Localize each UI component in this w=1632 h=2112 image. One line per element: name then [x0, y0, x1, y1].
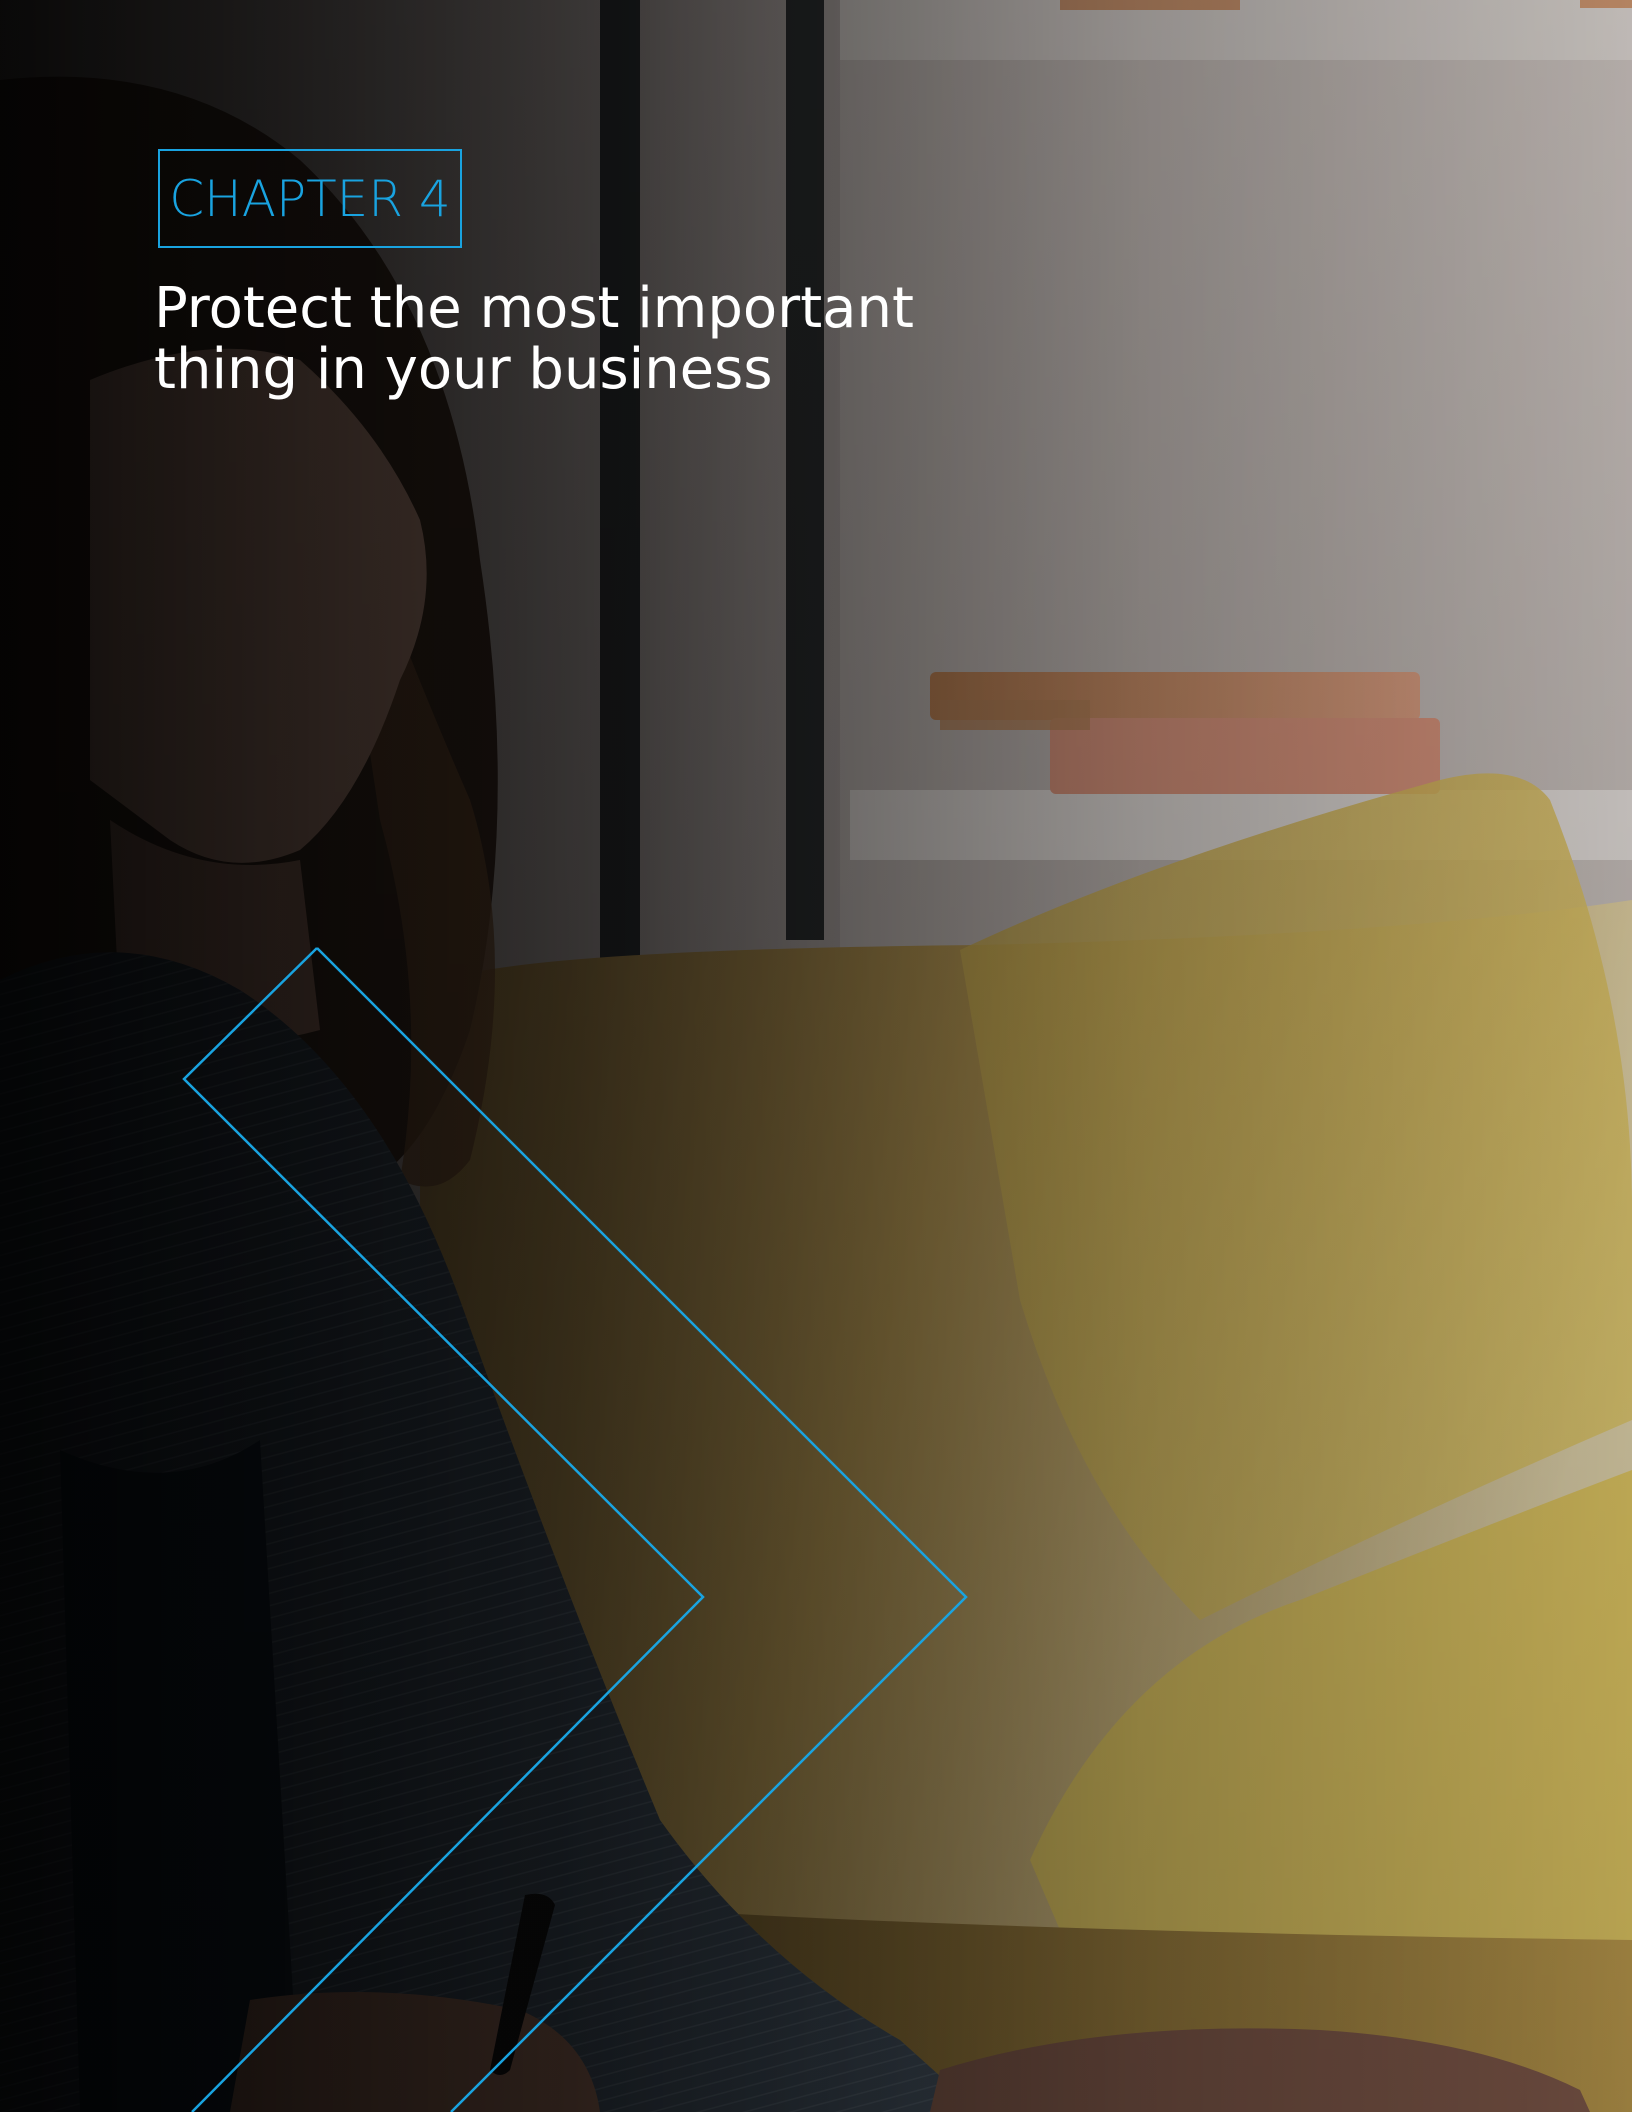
chevron-outer-line [316, 947, 968, 2112]
chapter-badge: CHAPTER 4 [158, 149, 462, 248]
title-line-2: thing in your business [154, 337, 773, 402]
title-line-1: Protect the most important [154, 276, 914, 341]
page-title: Protect the most important thing in your… [154, 278, 1054, 400]
chapter-cover-page: CHAPTER 4 Protect the most important thi… [0, 0, 1632, 2112]
chapter-label: CHAPTER 4 [169, 169, 451, 228]
